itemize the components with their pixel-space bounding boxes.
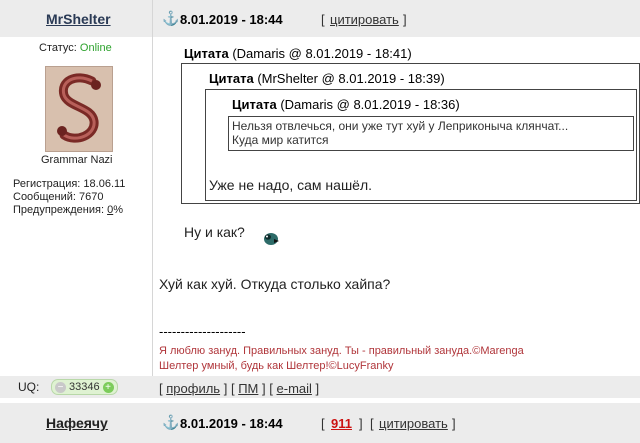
user-title: Grammar Nazi [41, 154, 113, 166]
post2-username-link[interactable]: Нафеячу [46, 415, 108, 431]
quote-mid-title: Цитата [209, 71, 254, 86]
quote-mid-reply: Уже не надо, сам нашёл. [209, 177, 373, 193]
post2-date: 8.01.2019 - 18:44 [180, 416, 283, 431]
quote-outer-meta: (Damaris @ 8.01.2019 - 18:41) [232, 46, 412, 61]
bracket-close: ] [223, 381, 228, 396]
bracket-close: ] [359, 416, 363, 431]
email-link[interactable]: e-mail [277, 381, 312, 396]
uq-plus-button[interactable]: + [102, 381, 114, 393]
quote-inner-meta: (Damaris @ 8.01.2019 - 18:36) [280, 97, 460, 112]
bracket-open: [ [230, 381, 235, 396]
bracket-open: [ [321, 12, 325, 27]
warnings-suffix: % [113, 204, 123, 216]
quote-outer-title: Цитата [184, 46, 229, 61]
quote-outer-reply: Ну и как? [184, 224, 245, 240]
status-label: Статус: [39, 42, 77, 54]
profile-link[interactable]: профиль [166, 381, 220, 396]
uq-value: 33346 [69, 381, 100, 393]
quote-mid-header: Цитата (MrShelter @ 8.01.2019 - 18:39) [209, 71, 445, 86]
status-row: Статус: Online [39, 42, 112, 54]
signature-line-2: Шелтер умный, будь как Шелтер!©LucyFrank… [159, 360, 394, 372]
post2-count-link[interactable]: 911 [331, 416, 352, 431]
quote-inner-title: Цитата [232, 97, 277, 112]
post-date: 8.01.2019 - 18:44 [180, 12, 283, 27]
bracket-close: ] [452, 416, 456, 431]
registration-date: Регистрация: 18.06.11 [13, 178, 126, 190]
post-message: Хуй как хуй. Откуда столько хайпа? [159, 276, 391, 292]
post2-quote-button[interactable]: цитировать [379, 416, 448, 431]
warnings-row: Предупреждения: 0% [13, 204, 123, 216]
parrot-smiley-icon [262, 229, 280, 247]
quote-inner-line1: Нельзя отвлечься, они уже тут хуй у Лепр… [232, 119, 569, 133]
bracket-close: ] [315, 381, 320, 396]
pm-link[interactable]: ПМ [238, 381, 258, 396]
uq-label: UQ: [18, 380, 40, 394]
quote-outer-header: Цитата (Damaris @ 8.01.2019 - 18:41) [184, 46, 412, 61]
signature-divider: -------------------- [159, 324, 246, 339]
bracket-open: [ [370, 416, 374, 431]
avatar-image [46, 67, 112, 151]
quote-inner-line2: Куда мир катится [232, 133, 329, 147]
user-links: [ профиль ] [ ПМ ] [ e-mail ] [159, 381, 319, 396]
username-link[interactable]: MrShelter [46, 11, 111, 27]
uq-minus-button[interactable]: − [55, 381, 66, 393]
quote-inner-header: Цитата (Damaris @ 8.01.2019 - 18:36) [232, 97, 460, 112]
uq-rating: − 33346 + [51, 379, 118, 395]
bracket-close: ] [262, 381, 266, 396]
warnings-label: Предупреждения: [13, 204, 105, 216]
bracket-open: [ [321, 416, 325, 431]
avatar[interactable] [45, 66, 113, 152]
status-value: Online [79, 42, 112, 54]
anchor-icon[interactable]: ⚓ [162, 414, 179, 431]
anchor-icon[interactable]: ⚓ [162, 10, 179, 27]
bracket-open: [ [269, 381, 273, 396]
quote-mid-meta: (MrShelter @ 8.01.2019 - 18:39) [257, 71, 445, 86]
signature-line-1: Я люблю зануд. Правильных зануд. Ты - пр… [159, 345, 524, 357]
bracket-open: [ [159, 381, 163, 396]
bracket-close: ] [403, 12, 407, 27]
quote-button[interactable]: цитировать [330, 12, 399, 27]
message-count: Сообщений: 7670 [13, 191, 104, 203]
